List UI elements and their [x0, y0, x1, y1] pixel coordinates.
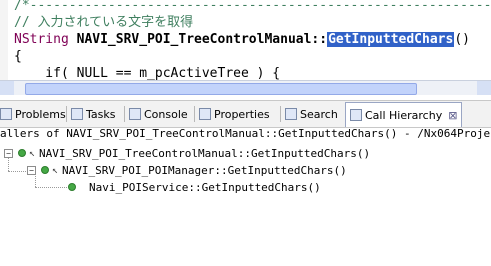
tab-problems-label: Problems — [15, 107, 66, 121]
tree-connector — [35, 187, 67, 188]
code-line-3: NString NAVI_SRV_POI_TreeControlManual::… — [14, 31, 470, 48]
return-type: NString — [14, 32, 69, 47]
call-hierarchy-icon — [350, 109, 362, 121]
method-parens: () — [454, 32, 470, 47]
tab-tasks[interactable]: Tasks — [71, 104, 115, 124]
console-icon — [129, 108, 141, 120]
tree-node-label: NAVI_SRV_POI_POIManager::GetInputtedChar… — [62, 163, 347, 177]
code-line-1: /*--------------------------------------… — [14, 0, 491, 13]
tasks-icon — [71, 108, 83, 120]
collapse-toggle-icon[interactable]: − — [27, 165, 36, 175]
tab-search[interactable]: Search — [285, 104, 338, 124]
tab-separator — [124, 106, 125, 122]
code-line-2: // 入力されている文字を取得 — [14, 15, 194, 30]
tab-properties-label: Properties — [214, 107, 270, 121]
properties-icon — [199, 108, 211, 120]
tree-node-label: NAVI_SRV_POI_TreeControlManual::GetInput… — [39, 146, 371, 160]
public-method-icon — [41, 166, 49, 174]
tree-node-grandchild[interactable]: Navi_POIService::GetInputtedChars() — [68, 179, 321, 195]
search-icon — [285, 108, 297, 120]
editor-gutter — [0, 0, 8, 80]
problems-icon — [0, 108, 12, 120]
public-method-icon — [68, 183, 76, 191]
class-qualifier: NAVI_SRV_POI_TreeControlManual:: — [76, 32, 328, 47]
code-line-5: if( NULL == m_pcActiveTree ) { — [14, 65, 280, 80]
tab-console-label: Console — [144, 107, 188, 121]
code-line-5-text: if( NULL == m_pcActiveTree ) { — [14, 66, 281, 80]
collapse-toggle-icon[interactable]: − — [4, 148, 13, 158]
selected-method-name[interactable]: GetInputtedChars — [327, 32, 455, 47]
close-tab-icon[interactable]: ⊠ — [448, 109, 457, 122]
scroll-left-button[interactable] — [0, 81, 14, 95]
tab-search-label: Search — [300, 107, 338, 121]
tree-node-child[interactable]: − ↖ NAVI_SRV_POI_POIManager::GetInputted… — [27, 162, 347, 178]
tree-node-label: Navi_POIService::GetInputtedChars() — [89, 180, 321, 194]
editor-horizontal-scrollbar[interactable] — [0, 80, 491, 95]
tab-separator — [280, 106, 281, 122]
scroll-right-button[interactable] — [477, 81, 491, 95]
call-arrow-icon: ↖ — [29, 147, 36, 159]
tab-console[interactable]: Console — [129, 104, 188, 124]
code-editor[interactable]: /*--------------------------------------… — [0, 0, 491, 80]
tab-separator — [194, 106, 195, 122]
scroll-thumb[interactable] — [25, 83, 417, 95]
tree-node-root[interactable]: − ↖ NAVI_SRV_POI_TreeControlManual::GetI… — [4, 145, 370, 161]
call-arrow-icon: ↖ — [52, 164, 59, 176]
call-hierarchy-tree[interactable]: − ↖ NAVI_SRV_POI_TreeControlManual::GetI… — [0, 141, 491, 266]
tab-tasks-label: Tasks — [86, 107, 116, 121]
tab-problems[interactable]: Problems — [0, 104, 66, 124]
tab-call-hierarchy[interactable]: Call Hierarchy ⊠ — [345, 102, 463, 127]
tab-separator — [66, 106, 67, 122]
tab-call-hierarchy-label: Call Hierarchy — [365, 108, 443, 122]
code-line-4: { — [14, 49, 22, 64]
public-method-icon — [18, 149, 26, 157]
tab-properties[interactable]: Properties — [199, 104, 270, 124]
call-hierarchy-title: allers of NAVI_SRV_POI_TreeControlManual… — [0, 127, 491, 140]
view-tab-bar: Problems Tasks Console Properties Search… — [0, 100, 491, 128]
